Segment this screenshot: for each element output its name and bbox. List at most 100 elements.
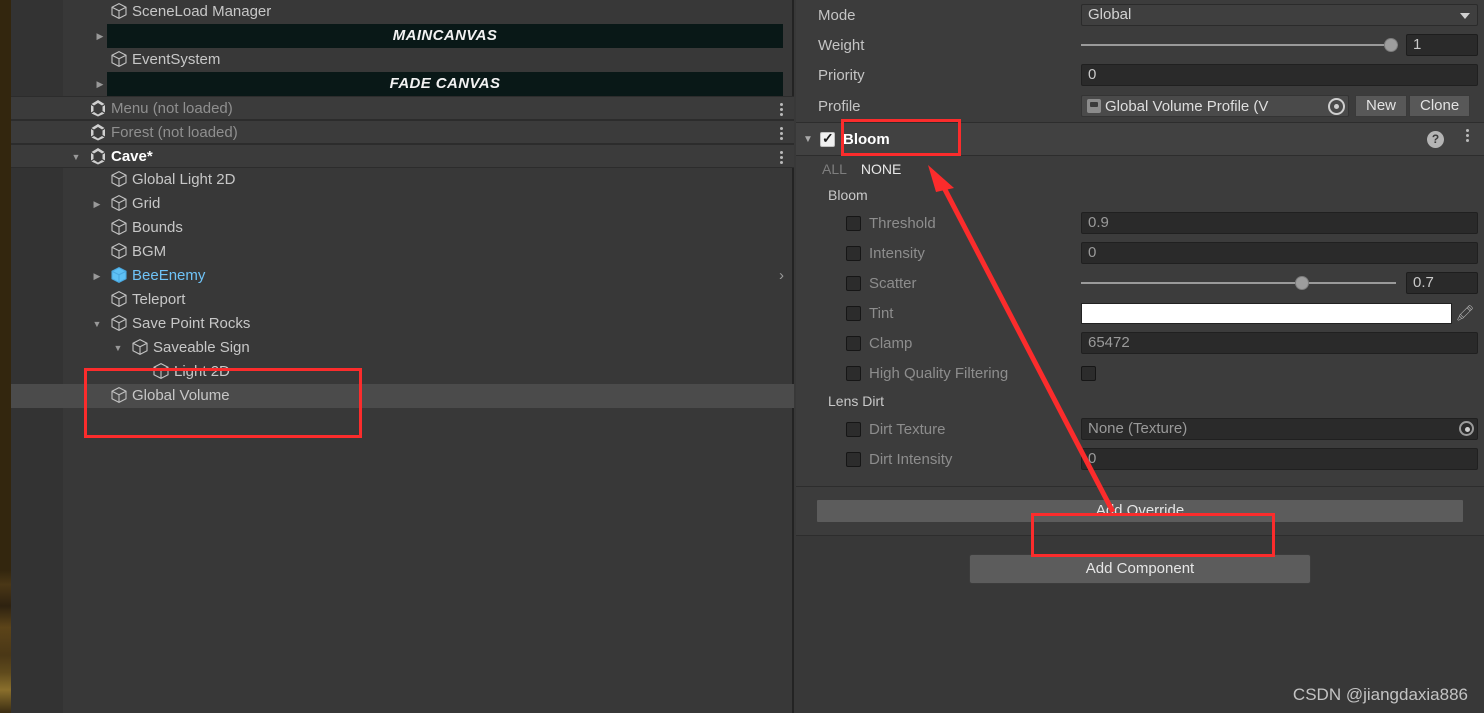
hierarchy-scene-row[interactable]: Forest (not loaded) xyxy=(11,120,794,144)
weight-value-input[interactable]: 1 xyxy=(1406,34,1478,56)
profile-row[interactable]: Profile Global Volume Profile (V New Clo… xyxy=(796,90,1484,122)
priority-field[interactable]: 0 xyxy=(1081,64,1478,86)
hierarchy-scene-row[interactable]: ▼ Cave* xyxy=(11,144,794,168)
property-field[interactable]: 0.9 xyxy=(1081,212,1478,234)
chevron-right-icon[interactable]: › xyxy=(779,264,784,288)
weight-slider[interactable] xyxy=(1081,34,1398,56)
priority-row[interactable]: Priority 0 xyxy=(796,60,1484,90)
foldout-icon[interactable]: ▼ xyxy=(90,312,104,336)
bool-checkbox[interactable] xyxy=(1081,365,1096,381)
weight-field[interactable]: 1 xyxy=(1081,34,1478,56)
number-input[interactable]: 0 xyxy=(1081,242,1478,264)
hierarchy-item-row[interactable]: ▼ Saveable Sign xyxy=(11,336,794,360)
number-input[interactable]: 0.9 xyxy=(1081,212,1478,234)
hierarchy-item-row[interactable]: ▶ BeeEnemy › xyxy=(11,264,794,288)
mode-field[interactable]: Global xyxy=(1081,4,1478,26)
number-input[interactable]: 65472 xyxy=(1081,332,1478,354)
property-field[interactable]: 0.7 xyxy=(1081,272,1478,294)
number-input[interactable]: 0 xyxy=(1081,448,1478,470)
override-checkbox[interactable] xyxy=(846,215,861,231)
object-field[interactable]: None (Texture) xyxy=(1081,418,1478,440)
inspector-panel[interactable]: Mode Global Weight 1 Priority 0 Profile … xyxy=(796,0,1484,713)
bloom-override-header[interactable]: ▼ Bloom ? xyxy=(796,122,1484,156)
scene-context-menu-icon[interactable] xyxy=(776,145,786,169)
property-row[interactable]: Tint 🖍 xyxy=(796,298,1484,328)
all-none-toggle-row[interactable]: ALL NONE xyxy=(796,156,1484,182)
foldout-icon[interactable]: ▶ xyxy=(93,72,107,96)
property-field[interactable]: 🖍 xyxy=(1081,302,1478,324)
hierarchy-scene-row[interactable]: Menu (not loaded) xyxy=(11,96,794,120)
property-row[interactable]: Dirt Intensity 0 xyxy=(796,444,1484,474)
override-checkbox[interactable] xyxy=(846,335,861,351)
slider-value-input[interactable]: 0.7 xyxy=(1406,272,1478,294)
property-field[interactable]: None (Texture) xyxy=(1081,418,1478,440)
add-override-button[interactable]: Add Override xyxy=(816,499,1464,523)
property-field[interactable]: 65472 xyxy=(1081,332,1478,354)
property-row[interactable]: Clamp 65472 xyxy=(796,328,1484,358)
hierarchy-panel[interactable]: SceneLoad Manager ▶ MAINCANVAS EventSystem ▶… xyxy=(11,0,794,713)
bloom-foldout-icon[interactable]: ▼ xyxy=(796,134,820,145)
property-row[interactable]: High Quality Filtering xyxy=(796,358,1484,388)
profile-object-field[interactable]: Global Volume Profile (V xyxy=(1081,95,1349,117)
weight-row[interactable]: Weight 1 xyxy=(796,30,1484,60)
hierarchy-item-row[interactable]: ▶ Grid xyxy=(11,192,794,216)
volume-component-body: Mode Global Weight 1 Priority 0 Profile … xyxy=(796,0,1484,122)
hierarchy-item-row[interactable]: EventSystem xyxy=(11,48,794,72)
object-picker-icon[interactable] xyxy=(1328,98,1345,115)
property-row[interactable]: Scatter 0.7 xyxy=(796,268,1484,298)
priority-input[interactable]: 0 xyxy=(1081,64,1478,86)
override-checkbox[interactable] xyxy=(846,451,861,467)
property-row[interactable]: Intensity 0 xyxy=(796,238,1484,268)
object-picker-icon[interactable] xyxy=(1459,421,1474,436)
hierarchy-item-row[interactable]: BGM xyxy=(11,240,794,264)
property-label: Threshold xyxy=(869,214,936,232)
property-field[interactable]: 0 xyxy=(1081,242,1478,264)
scene-context-menu-icon[interactable] xyxy=(776,97,786,121)
mode-dropdown[interactable]: Global xyxy=(1081,4,1478,26)
override-checkbox[interactable] xyxy=(846,275,861,291)
help-icon[interactable]: ? xyxy=(1427,131,1444,148)
property-row[interactable]: Threshold 0.9 xyxy=(796,208,1484,238)
override-checkbox[interactable] xyxy=(846,421,861,437)
color-swatch[interactable] xyxy=(1081,302,1452,324)
mode-row[interactable]: Mode Global xyxy=(796,0,1484,30)
none-toggle[interactable]: NONE xyxy=(861,161,901,177)
add-component-button[interactable]: Add Component xyxy=(969,554,1311,584)
foldout-icon[interactable]: ▼ xyxy=(69,145,83,169)
bloom-enabled-checkbox[interactable] xyxy=(820,129,835,147)
hierarchy-banner-row[interactable]: ▶ MAINCANVAS xyxy=(97,24,783,48)
hierarchy-banner-row[interactable]: ▶ FADE CANVAS xyxy=(97,72,783,96)
hierarchy-item-row[interactable]: Light 2D xyxy=(11,360,794,384)
weight-slider-knob[interactable] xyxy=(1384,38,1398,52)
property-label: Intensity xyxy=(869,244,925,262)
profile-field[interactable]: Global Volume Profile (V New Clone xyxy=(1081,95,1478,117)
property-field[interactable] xyxy=(1081,365,1478,381)
foldout-icon[interactable]: ▶ xyxy=(90,192,104,216)
volume-profile-icon xyxy=(1087,99,1101,113)
foldout-icon[interactable]: ▶ xyxy=(90,264,104,288)
foldout-icon[interactable]: ▶ xyxy=(93,24,107,48)
property-label: Tint xyxy=(869,304,894,322)
all-toggle[interactable]: ALL xyxy=(822,161,847,177)
hierarchy-item-row[interactable]: Global Light 2D xyxy=(11,168,794,192)
clone-profile-button[interactable]: Clone xyxy=(1409,95,1471,117)
eyedropper-icon[interactable]: 🖍 xyxy=(1452,304,1478,322)
hierarchy-list[interactable]: SceneLoad Manager ▶ MAINCANVAS EventSystem ▶… xyxy=(11,0,794,408)
override-checkbox[interactable] xyxy=(846,245,861,261)
hierarchy-item-row[interactable]: Bounds xyxy=(11,216,794,240)
override-checkbox[interactable] xyxy=(846,305,861,321)
foldout-icon[interactable]: ▼ xyxy=(111,336,125,360)
override-checkbox[interactable] xyxy=(846,365,861,381)
slider-knob[interactable] xyxy=(1294,276,1309,290)
hierarchy-item-row[interactable]: Teleport xyxy=(11,288,794,312)
scene-context-menu-icon[interactable] xyxy=(776,121,786,145)
hierarchy-item-row[interactable]: Global Volume xyxy=(11,384,794,408)
property-slider[interactable] xyxy=(1081,272,1396,294)
hierarchy-item-label: SceneLoad Manager xyxy=(132,3,272,21)
property-row[interactable]: Dirt Texture None (Texture) xyxy=(796,414,1484,444)
hierarchy-item-row[interactable]: SceneLoad Manager xyxy=(11,0,794,24)
property-field[interactable]: 0 xyxy=(1081,448,1478,470)
hierarchy-item-row[interactable]: ▼ Save Point Rocks xyxy=(11,312,794,336)
bloom-context-menu-icon[interactable] xyxy=(1462,123,1472,147)
new-profile-button[interactable]: New xyxy=(1355,95,1408,117)
